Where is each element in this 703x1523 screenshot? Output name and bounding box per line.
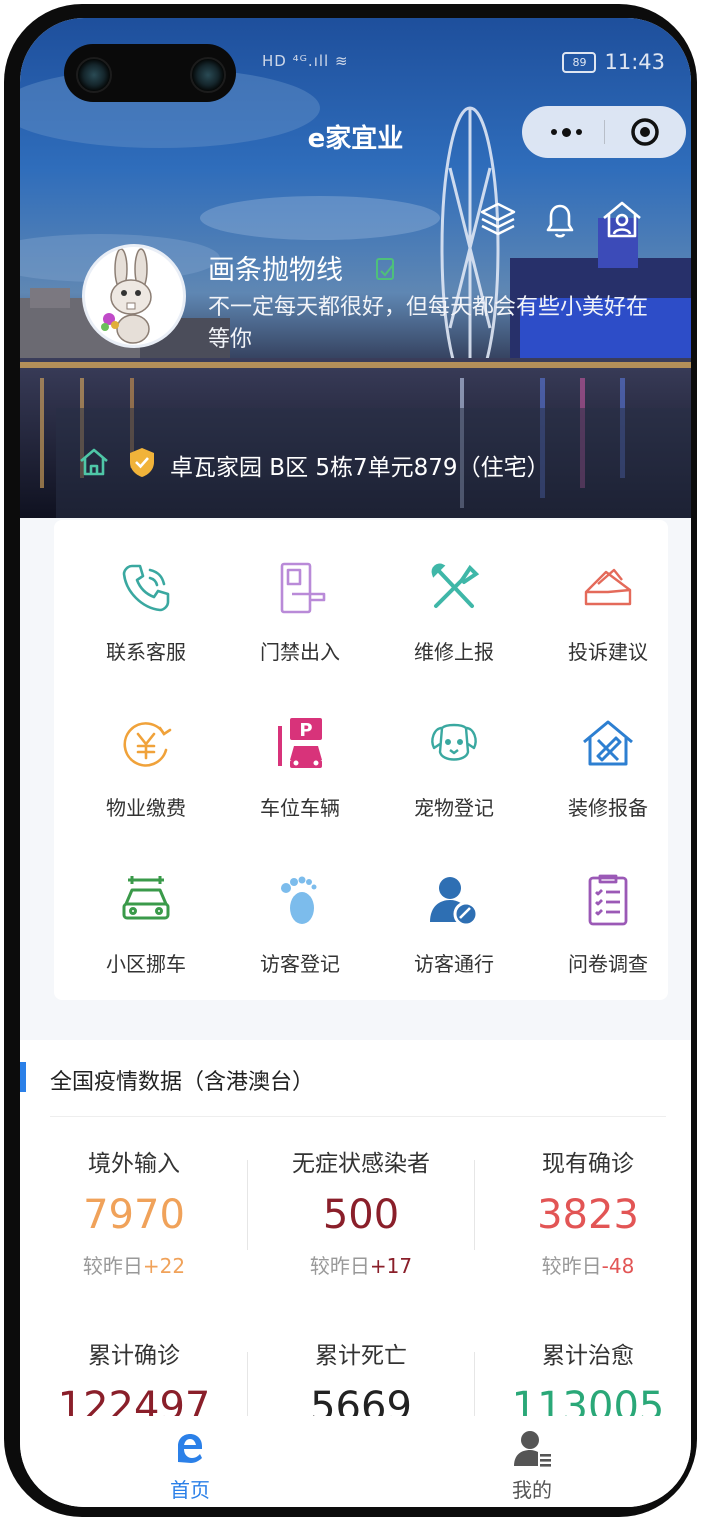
front-camera-icon [76,57,112,93]
service-visitor-pass[interactable]: 访客通行 [379,842,529,992]
service-renovation-report[interactable]: 装修报备 [533,686,683,836]
stat-delta-line: 较昨日+17 [251,1250,471,1279]
footprint-icon [281,876,317,924]
divider [50,1116,666,1117]
phone-icon [122,564,170,612]
home-e-icon [178,1434,202,1463]
yuan-icon [123,722,172,767]
stat-current-confirmed: 现有确诊 3823 较昨日-48 [478,1144,691,1279]
camera-cutout [64,44,236,102]
tab-mine[interactable]: 我的 [472,1428,592,1503]
service-property-fee[interactable]: 物业缴费 [71,686,221,836]
envelope-icon [584,568,632,606]
section-accent-bar [20,1062,26,1092]
layers-icon[interactable] [476,198,520,242]
bell-icon[interactable] [538,198,582,242]
stat-delta-line: 较昨日-48 [478,1250,691,1279]
tab-mine-label: 我的 [512,1478,552,1502]
service-label: 访客通行 [414,952,494,976]
stat-delta-line: 较昨日+22 [24,1250,244,1279]
car-move-icon [122,876,170,920]
battery-icon: 89 [562,51,597,73]
stat-compare-label: 较昨日 [309,1254,370,1278]
service-label: 物业缴费 [106,796,186,820]
stat-delta: -48 [601,1254,635,1278]
screen: HD ⁴ᴳ.ıll ≋ 89 11:43 e家宜业 画条抛物线 不一定每天都很好… [20,18,691,1507]
parking-icon: P [278,718,322,768]
stat-asymptomatic: 无症状感染者 500 较昨日+17 [251,1144,471,1279]
service-survey[interactable]: 问卷调查 [533,842,683,992]
svg-text:P: P [299,720,312,741]
service-label: 门禁出入 [260,640,340,664]
tab-home[interactable]: 首页 [130,1428,250,1503]
home-user-icon[interactable] [600,198,644,242]
service-label: 车位车辆 [260,796,340,820]
user-profile-icon [514,1431,551,1467]
verified-badge-icon [376,258,394,280]
clipboard-icon [588,874,628,926]
stat-title: 境外输入 [88,1151,180,1177]
divider [474,1160,475,1250]
stat-delta: +22 [142,1254,186,1278]
close-miniprogram-button[interactable] [630,117,660,147]
service-complaint[interactable]: 投诉建议 [533,530,683,680]
shield-check-icon [130,448,154,477]
covid-section-title: 全国疫情数据（含港澳台） [50,1070,315,1095]
services-grid: 联系客服 门禁出入 维修上报 投诉建议 物业缴费 P 车位车辆 宠物登记 装修报… [54,520,668,1000]
service-visitor-registration[interactable]: 访客登记 [225,842,375,992]
status-bar-right: 89 11:43 [562,50,665,74]
status-time: 11:43 [604,50,665,74]
stat-value: 500 [322,1192,400,1238]
covid-data-section: 全国疫情数据（含港澳台） 境外输入 7970 较昨日+22 无症状感染者 500… [20,1040,691,1442]
stat-compare-label: 较昨日 [541,1254,602,1278]
visitor-icon [430,877,479,927]
tools-icon [431,563,480,608]
service-door-access[interactable]: 门禁出入 [225,530,375,680]
service-contact-support[interactable]: 联系客服 [71,530,221,680]
header-hero: HD ⁴ᴳ.ıll ≋ 89 11:43 e家宜业 画条抛物线 不一定每天都很好… [20,18,691,518]
home-icon [80,448,108,476]
more-menu-button[interactable] [544,117,588,147]
stat-title: 累计治愈 [542,1343,634,1369]
service-label: 装修报备 [568,796,648,820]
avatar[interactable] [82,244,186,348]
user-name: 画条抛物线 [208,255,343,286]
divider [247,1160,248,1250]
house-tools-icon [583,720,633,766]
service-label: 小区挪车 [106,952,186,976]
address-text: 卓瓦家园 B区 5栋7单元879（住宅） [170,455,550,481]
door-access-icon [280,562,326,614]
tab-home-label: 首页 [170,1478,210,1502]
service-label: 联系客服 [106,640,186,664]
user-motto: 不一定每天都很好，但每天都会有些小美好在等你 [208,295,649,352]
service-label: 宠物登记 [414,796,494,820]
phone-frame: HD ⁴ᴳ.ıll ≋ 89 11:43 e家宜业 画条抛物线 不一定每天都很好… [4,4,697,1517]
miniprogram-capsule [522,106,686,158]
bottom-tab-bar: 首页 我的 [20,1416,691,1507]
dog-icon [431,723,477,761]
stat-value: 7970 [83,1192,185,1238]
stat-delta: +17 [369,1254,413,1278]
stat-compare-label: 较昨日 [82,1254,143,1278]
front-camera-icon [190,57,226,93]
service-repair-report[interactable]: 维修上报 [379,530,529,680]
service-label: 访客登记 [260,952,340,976]
stat-title: 现有确诊 [542,1151,634,1177]
stat-imported-cases: 境外输入 7970 较昨日+22 [24,1144,244,1279]
service-pet-registration[interactable]: 宠物登记 [379,686,529,836]
status-indicators: HD ⁴ᴳ.ıll ≋ [262,52,349,70]
stat-title: 累计确诊 [88,1343,180,1369]
stat-value: 3823 [537,1192,639,1238]
stat-title: 累计死亡 [315,1343,407,1369]
stat-title: 无症状感染者 [292,1151,430,1177]
service-label: 维修上报 [414,640,494,664]
service-label: 投诉建议 [568,640,648,664]
service-parking[interactable]: P 车位车辆 [225,686,375,836]
service-move-car[interactable]: 小区挪车 [71,842,221,992]
service-label: 问卷调查 [568,952,648,976]
rabbit-avatar-image [101,248,152,344]
